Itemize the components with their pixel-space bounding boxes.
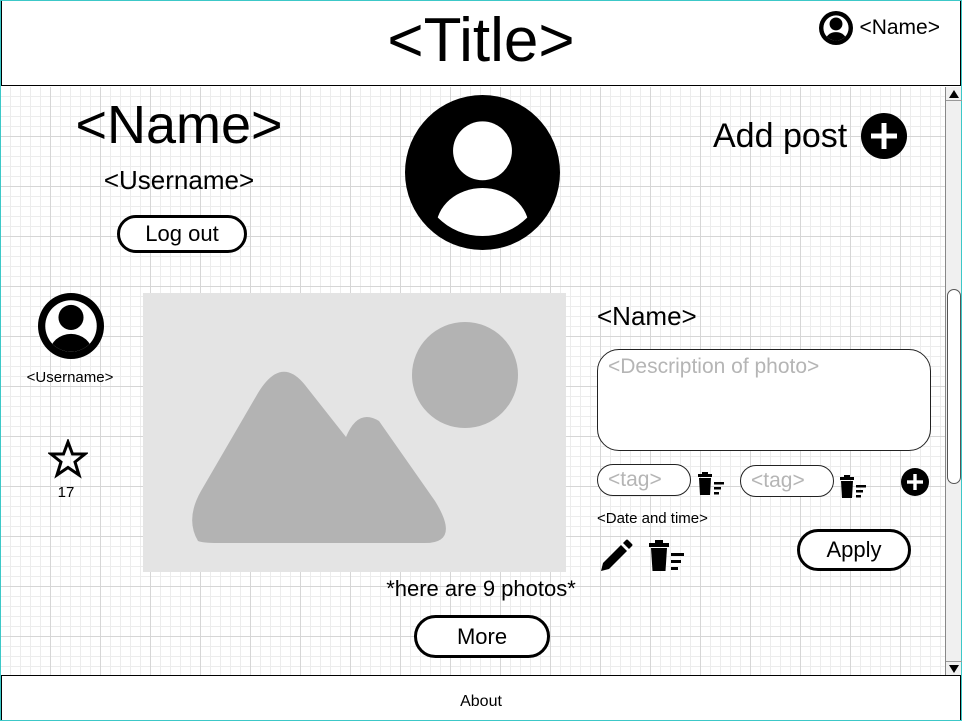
photo-count-text: *here are 9 photos* <box>386 576 576 601</box>
logout-button[interactable]: Log out <box>117 215 247 253</box>
scrollbar-thumb[interactable] <box>947 289 961 484</box>
trash-list-icon[interactable] <box>839 475 867 499</box>
post-datetime: <Date and time> <box>597 510 708 527</box>
user-avatar-icon <box>819 11 854 45</box>
more-button[interactable]: More <box>414 615 550 658</box>
page-title: <Title> <box>387 6 575 75</box>
user-avatar-icon <box>38 293 104 359</box>
star-outline-icon[interactable] <box>48 439 88 479</box>
add-post-label: Add post <box>713 116 848 155</box>
scroll-up-arrow-icon[interactable] <box>946 87 962 101</box>
user-avatar-icon <box>405 95 560 250</box>
profile-name: <Name> <box>75 95 283 155</box>
post-name: <Name> <box>597 301 697 331</box>
add-post-button[interactable]: Add post <box>713 113 908 159</box>
about-link[interactable]: About <box>2 693 960 711</box>
description-input[interactable] <box>597 349 931 451</box>
image-placeholder-icon <box>192 322 518 543</box>
pencil-icon[interactable] <box>599 539 633 573</box>
apply-button[interactable]: Apply <box>797 529 911 571</box>
star-count: 17 <box>57 484 75 501</box>
trash-list-icon[interactable] <box>648 540 686 572</box>
header: <Title> <Name> <box>1 1 961 86</box>
header-user-badge[interactable]: <Name> <box>819 11 940 45</box>
profile-username: <Username> <box>103 165 255 195</box>
footer: About <box>1 675 961 720</box>
plus-circle-icon[interactable] <box>900 467 930 497</box>
vertical-scrollbar[interactable] <box>945 87 962 675</box>
main-content: <Name> <Username> Log out Add post <User… <box>1 87 945 675</box>
header-user-name: <Name> <box>859 16 940 39</box>
post-photo[interactable] <box>143 293 566 572</box>
tag-input[interactable] <box>740 465 834 497</box>
tag-input[interactable] <box>597 464 691 496</box>
plus-circle-icon <box>861 113 908 159</box>
trash-list-icon[interactable] <box>697 472 725 496</box>
scroll-down-arrow-icon[interactable] <box>946 661 962 675</box>
post-author-username: <Username> <box>26 369 114 386</box>
